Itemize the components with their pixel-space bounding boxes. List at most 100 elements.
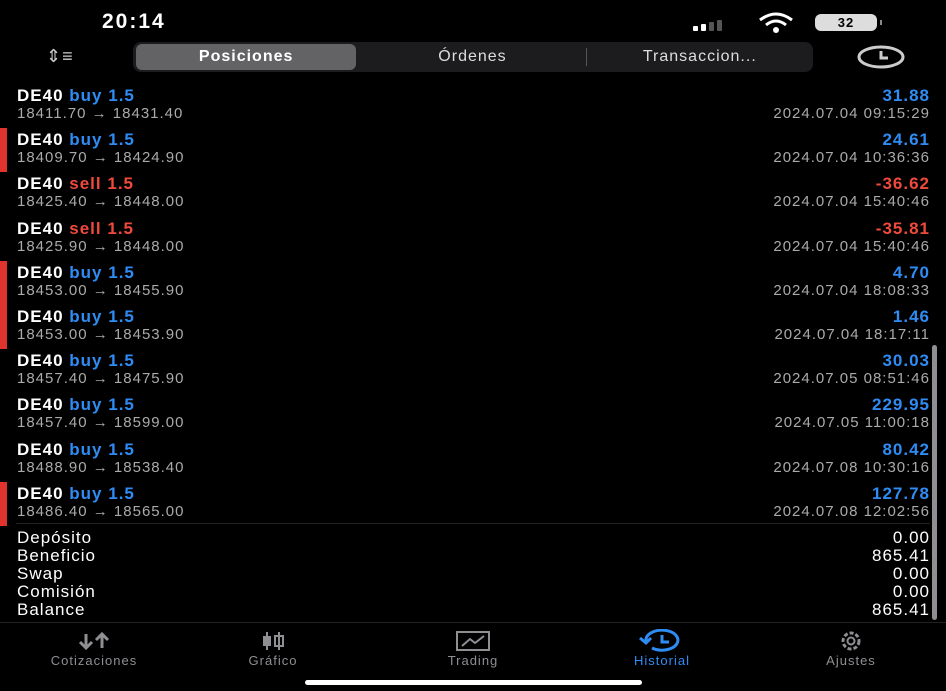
- trade-row[interactable]: DE40 buy 1.5 18453.00 → 18455.90 4.70 20…: [0, 260, 946, 305]
- trade-marker: [0, 304, 7, 349]
- tab-posiciones[interactable]: Posiciones: [136, 44, 357, 70]
- trade-row[interactable]: DE40 buy 1.5 18488.90 → 18538.40 80.42 2…: [0, 438, 946, 482]
- trade-volume: 1.5: [108, 439, 135, 459]
- trade-row[interactable]: DE40 sell 1.5 18425.90 → 18448.00 -35.81…: [0, 217, 946, 261]
- trade-symbol: DE40: [17, 395, 64, 415]
- close-price: 18538.40: [113, 458, 185, 476]
- summary-label: Swap: [17, 564, 64, 583]
- trade-row[interactable]: DE40 buy 1.5 18486.40 → 18565.00 127.78 …: [0, 481, 946, 526]
- trade-volume: 1.5: [108, 262, 135, 282]
- trade-profit: 1.46: [892, 306, 930, 326]
- clock-icon[interactable]: [857, 45, 905, 74]
- trade-prices: 18486.40 → 18565.00: [17, 502, 185, 520]
- tabbar-label: Gráfico: [248, 653, 298, 668]
- trade-time: 2024.07.04 18:17:11: [774, 325, 930, 343]
- trade-title: DE40 sell 1.5: [17, 219, 134, 239]
- trade-side: buy: [69, 351, 103, 371]
- trade-time: 2024.07.04 18:08:33: [773, 281, 930, 299]
- close-price: 18431.40: [112, 105, 184, 122]
- summary-value: 0.00: [892, 528, 930, 547]
- trade-side: buy: [69, 262, 103, 282]
- trade-title: DE40 buy 1.5: [17, 263, 135, 283]
- open-price: 18409.70: [17, 149, 88, 167]
- trade-title: DE40 buy 1.5: [17, 484, 135, 504]
- open-price: 18425.90: [17, 237, 88, 255]
- trade-volume: 1.5: [107, 218, 134, 238]
- trade-profit: 30.03: [882, 351, 930, 371]
- trade-side: buy: [69, 483, 103, 503]
- trade-row[interactable]: DE40 sell 1.5 18425.40 → 18448.00 -36.62…: [0, 172, 946, 216]
- open-price: 18411.70: [17, 105, 87, 122]
- trade-prices: 18411.70 → 18431.40: [17, 105, 184, 122]
- summary: Depósito 0.00 Beneficio 865.41 Swap 0.00 Comis…: [17, 529, 930, 619]
- summary-row: Swap 0.00: [17, 565, 930, 583]
- cellular-signal-icon: [693, 20, 722, 31]
- home-indicator: [305, 680, 642, 685]
- trade-symbol: DE40: [17, 130, 64, 150]
- trade-side: sell: [69, 174, 102, 194]
- trade-marker: [0, 128, 7, 173]
- trade-marker: [0, 260, 7, 305]
- tabbar-cotizaciones[interactable]: Cotizaciones: [4, 629, 184, 668]
- tabbar-grafico[interactable]: Gráfico: [183, 629, 363, 668]
- tab-ordenes[interactable]: Órdenes: [362, 44, 582, 70]
- tabbar-label: Ajustes: [826, 653, 876, 668]
- summary-row: Beneficio 865.41: [17, 547, 930, 565]
- trade-row[interactable]: DE40 buy 1.5 18457.40 → 18599.00 229.95 …: [0, 393, 946, 437]
- trade-row[interactable]: DE40 buy 1.5 18453.00 → 18453.90 1.46 20…: [0, 304, 946, 349]
- trade-row[interactable]: DE40 buy 1.5 18409.70 → 18424.90 24.61 2…: [0, 128, 946, 173]
- close-price: 18455.90: [113, 281, 185, 299]
- close-price: 18599.00: [113, 414, 185, 432]
- trade-profit: 80.42: [882, 439, 930, 459]
- trade-time: 2024.07.04 15:40:46: [773, 193, 930, 211]
- close-price: 18565.00: [113, 502, 185, 520]
- tabbar-ajustes[interactable]: Ajustes: [761, 629, 941, 668]
- trade-volume: 1.5: [108, 306, 135, 326]
- summary-divider: [16, 523, 930, 524]
- trade-list: DE40 buy 1.5 18411.70 → 18431.40 31.88 2…: [0, 84, 946, 526]
- trade-prices: 18488.90 → 18538.40: [17, 458, 185, 476]
- trade-row[interactable]: DE40 buy 1.5 18457.40 → 18475.90 30.03 2…: [0, 349, 946, 393]
- summary-row: Balance 865.41: [17, 601, 930, 619]
- trade-volume: 1.5: [107, 174, 134, 194]
- trade-profit: -35.81: [875, 218, 930, 238]
- trade-side: buy: [69, 86, 103, 105]
- trade-symbol: DE40: [17, 483, 64, 503]
- open-price: 18453.00: [17, 325, 88, 343]
- open-price: 18488.90: [17, 458, 88, 476]
- trade-prices: 18453.00 → 18453.90: [17, 325, 185, 343]
- trade-marker: [0, 481, 7, 526]
- battery-icon: 32: [815, 14, 882, 31]
- scrollbar[interactable]: [932, 345, 937, 620]
- trade-side: buy: [69, 306, 103, 326]
- trade-title: DE40 buy 1.5: [17, 307, 135, 327]
- trade-symbol: DE40: [17, 218, 64, 238]
- tabbar-trading[interactable]: Trading: [383, 629, 563, 668]
- wifi-icon: [758, 12, 794, 39]
- trade-time: 2024.07.08 12:02:56: [773, 502, 930, 520]
- trade-profit: -36.62: [875, 174, 930, 194]
- trade-symbol: DE40: [17, 86, 64, 105]
- trade-title: DE40 buy 1.5: [17, 130, 135, 150]
- trade-symbol: DE40: [17, 351, 64, 371]
- close-price: 18453.90: [113, 325, 185, 343]
- tabbar-label: Historial: [634, 653, 690, 668]
- segment-divider: [585, 48, 587, 66]
- trade-title: DE40 buy 1.5: [17, 86, 135, 106]
- trade-prices: 18425.40 → 18448.00: [17, 193, 185, 211]
- trade-time: 2024.07.05 08:51:46: [773, 370, 930, 388]
- close-price: 18475.90: [113, 370, 185, 388]
- sort-icon[interactable]: ⇕≡: [46, 46, 74, 67]
- trade-side: buy: [69, 395, 103, 415]
- trade-row[interactable]: DE40 buy 1.5 18411.70 → 18431.40 31.88 2…: [0, 84, 946, 128]
- summary-value: 865.41: [872, 600, 930, 619]
- close-price: 18448.00: [113, 193, 185, 211]
- trade-volume: 1.5: [108, 395, 135, 415]
- tab-transacciones[interactable]: Transaccion...: [590, 44, 810, 70]
- trade-volume: 1.5: [108, 86, 135, 105]
- arrows-icon: [4, 629, 184, 653]
- status-time: 20:14: [102, 10, 166, 33]
- tabbar-historial[interactable]: Historial: [572, 629, 752, 668]
- trade-prices: 18409.70 → 18424.90: [17, 149, 185, 167]
- trade-profit: 229.95: [872, 395, 930, 415]
